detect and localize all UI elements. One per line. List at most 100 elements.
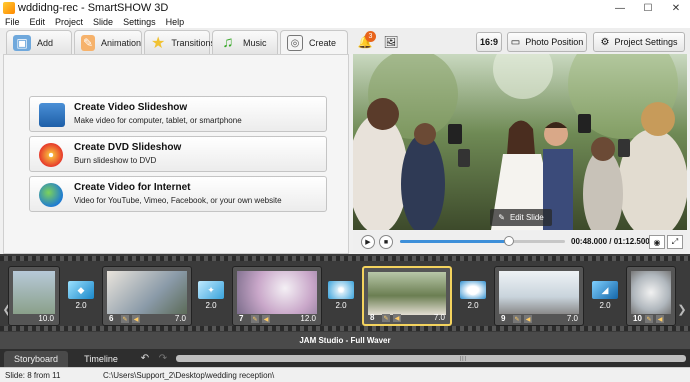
scroll-right-arrow-icon[interactable]: ❯ — [677, 302, 687, 316]
slide-thumbnail — [499, 271, 579, 314]
slide-thumbnail — [237, 271, 317, 314]
create-option-desc: Burn slideshow to DVD — [74, 156, 157, 165]
storyboard-slide[interactable]: 9 ✎ ◀ 7.0 — [494, 266, 584, 326]
play-button[interactable]: ▶ — [361, 235, 375, 249]
photo-position-button[interactable]: ▭ Photo Position — [507, 32, 587, 52]
create-panel: Create Video Slideshow Make video for co… — [3, 54, 349, 254]
storyboard-slide[interactable]: 10.0 — [8, 266, 60, 326]
edit-pencil-icon[interactable]: ✎ — [645, 315, 653, 323]
tab-animation[interactable]: ✎ Animation — [74, 30, 142, 54]
edit-slide-button[interactable]: ✎ Edit Slide — [490, 209, 552, 226]
menu-edit[interactable]: Edit — [25, 16, 51, 28]
storyboard-scrollbar[interactable]: ||| — [176, 355, 686, 362]
transition-icon: ◯ — [460, 281, 486, 299]
menu-settings[interactable]: Settings — [118, 16, 161, 28]
tab-transitions[interactable]: ★ Transitions — [144, 30, 215, 54]
transition-item[interactable]: ◢ 2.0 — [590, 281, 620, 311]
storyboard-slide[interactable]: 7 ✎ ◀ 12.0 — [232, 266, 322, 326]
edit-pencil-icon[interactable]: ✎ — [121, 315, 129, 323]
slide-duration: 7.0 — [433, 313, 445, 322]
tab-create[interactable]: ◎ Create — [280, 30, 348, 55]
transition-icon: ◆ — [68, 281, 94, 299]
speaker-icon[interactable]: ◀ — [132, 315, 140, 323]
slide-number: 6 — [109, 314, 114, 323]
menu-project[interactable]: Project — [50, 16, 88, 28]
edit-pencil-icon[interactable]: ✎ — [251, 315, 259, 323]
create-option-title: Create Video Slideshow — [74, 102, 188, 113]
seek-bar[interactable] — [400, 236, 565, 246]
transition-item[interactable]: ◯ 2.0 — [458, 281, 488, 311]
stop-button[interactable]: ■ — [379, 235, 393, 249]
menu-slide[interactable]: Slide — [88, 16, 118, 28]
storyboard-slide[interactable]: 6 ✎ ◀ 7.0 — [102, 266, 192, 326]
tab-timeline[interactable]: Timeline — [72, 351, 130, 367]
photo-gallery-icon[interactable]: 🖼 — [383, 34, 399, 50]
project-settings-button[interactable]: ⚙ Project Settings — [593, 32, 685, 52]
minimize-button[interactable]: — — [606, 0, 634, 16]
redo-icon[interactable]: ↷ — [156, 351, 170, 365]
transition-item[interactable]: ✺ 2.0 — [326, 281, 356, 311]
transition-duration: 2.0 — [205, 301, 217, 310]
create-option-title: Create Video for Internet — [74, 182, 191, 193]
close-button[interactable]: ✕ — [662, 0, 690, 16]
slide-thumbnail — [631, 271, 671, 314]
seek-bar-knob[interactable] — [503, 236, 514, 246]
photo-position-icon: ▭ — [510, 36, 521, 48]
create-option-desc: Make video for computer, tablet, or smar… — [74, 116, 242, 125]
edit-pencil-icon[interactable]: ✎ — [513, 315, 521, 323]
snapshot-camera-icon[interactable]: ◉ — [649, 235, 665, 249]
transition-duration: 2.0 — [335, 301, 347, 310]
slide-duration: 10.0 — [38, 314, 54, 323]
seek-bar-progress — [400, 240, 509, 243]
slide-thumbnail — [107, 271, 187, 314]
create-option-desc: Video for YouTube, Vimeo, Facebook, or y… — [74, 196, 282, 205]
create-video-slideshow-button[interactable]: Create Video Slideshow Make video for co… — [29, 96, 327, 132]
create-video-internet-button[interactable]: Create Video for Internet Video for YouT… — [29, 176, 327, 212]
transition-item[interactable]: ◆ 2.0 — [66, 281, 96, 311]
speaker-icon[interactable]: ◀ — [262, 315, 270, 323]
add-photo-icon: ▣ — [13, 34, 31, 51]
undo-icon[interactable]: ↶ — [138, 351, 152, 365]
slide-number: 9 — [501, 314, 506, 323]
tab-storyboard[interactable]: Storyboard — [4, 351, 68, 367]
create-option-title: Create DVD Slideshow — [74, 142, 182, 153]
aspect-ratio-button[interactable]: 16:9 — [476, 32, 502, 52]
film-sprockets-top — [0, 256, 690, 261]
scrollbar-grip-icon: ||| — [460, 356, 467, 362]
transition-duration: 2.0 — [467, 301, 479, 310]
pencil-icon: ✎ — [498, 213, 505, 222]
storyboard-slide-selected[interactable]: 8 ✎ ◀ 7.0 — [362, 266, 452, 326]
tab-animation-label: Animation — [100, 37, 141, 48]
slide-preview — [353, 54, 687, 230]
menu-help[interactable]: Help — [161, 16, 190, 28]
speaker-icon[interactable]: ◀ — [656, 315, 664, 323]
transition-icon: ✦ — [198, 281, 224, 299]
slide-number: 7 — [239, 314, 244, 323]
status-bar: Slide: 8 from 11 C:\Users\Support_2\Desk… — [0, 367, 690, 382]
window-title: wddidng-rec - SmartSHOW 3D — [18, 2, 169, 14]
slide-number: 10 — [633, 314, 642, 323]
transition-item[interactable]: ✦ 2.0 — [196, 281, 226, 311]
globe-icon — [39, 183, 63, 207]
gear-icon: ⚙ — [600, 36, 610, 48]
tab-music[interactable]: ♫ Music — [212, 30, 278, 54]
speaker-icon[interactable]: ◀ — [524, 315, 532, 323]
menu-file[interactable]: File — [0, 16, 25, 28]
storyboard-panel: ❮ ❯ 10.0 ◆ 2.0 6 ✎ ◀ 7.0 ✦ 2.0 7 ✎ ◀ 12.0 … — [0, 254, 690, 349]
create-dvd-slideshow-button[interactable]: Create DVD Slideshow Burn slideshow to D… — [29, 136, 327, 172]
transition-icon: ◢ — [592, 281, 618, 299]
maximize-button[interactable]: ☐ — [634, 0, 662, 16]
tab-add[interactable]: ▣ Add — [6, 30, 72, 54]
palette-icon: ✎ — [81, 34, 95, 51]
edit-slide-label: Edit Slide — [509, 213, 544, 222]
music-track-label[interactable]: JAM Studio - Full Waver — [0, 332, 690, 349]
film-sprockets-bottom — [0, 326, 690, 331]
playback-controls: ▶ ■ 00:48.000 / 01:12.500 ◉ ⤢ — [353, 231, 687, 253]
slide-number: 8 — [370, 313, 375, 322]
speaker-icon[interactable]: ◀ — [393, 314, 401, 322]
fullscreen-icon[interactable]: ⤢ — [667, 235, 683, 249]
timecode-display: 00:48.000 / 01:12.500 — [571, 237, 650, 246]
menu-bar: File Edit Project Slide Settings Help — [0, 16, 690, 28]
storyboard-slide[interactable]: 10 ✎ ◀ — [626, 266, 676, 326]
edit-pencil-icon[interactable]: ✎ — [382, 314, 390, 322]
